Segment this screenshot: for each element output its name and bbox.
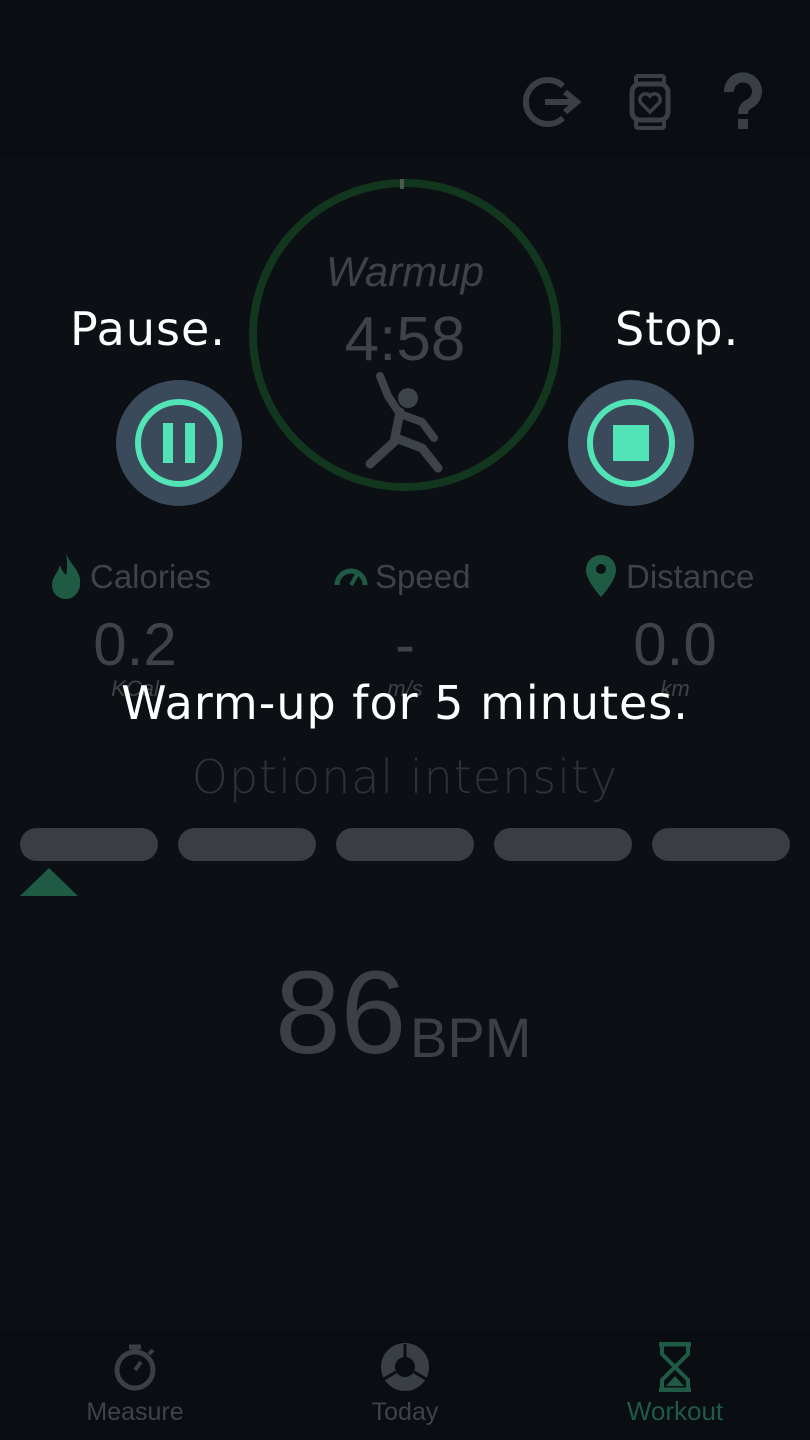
nav-item-workout[interactable]: Workout [540,1340,810,1430]
nav-item-today[interactable]: Today [270,1340,540,1430]
pause-icon [163,423,195,463]
intensity-segment-5[interactable] [652,828,790,861]
heart-rate-value: 86 [275,947,407,1079]
warmup-figure-icon [365,372,443,473]
intensity-indicator-icon [20,868,78,896]
watch-heart-icon[interactable] [620,72,680,132]
location-pin-icon [586,555,616,597]
top-bar [0,0,810,158]
intensity-segment-3[interactable] [336,828,474,861]
nav-label-today: Today [371,1398,439,1426]
exit-icon[interactable] [523,72,583,132]
distance-label: Distance [626,558,755,595]
pause-caption: Pause. [70,302,226,356]
stop-button-ring [587,399,675,487]
nav-label-workout: Workout [626,1396,724,1426]
warmup-hint: Warm-up for 5 minutes. [121,676,689,730]
intensity-segment-2[interactable] [178,828,316,861]
speedometer-icon [334,568,368,587]
stop-button[interactable] [568,380,694,506]
heart-rate-unit: BPM [410,1006,532,1069]
help-icon[interactable] [713,72,773,132]
calories-value: 0.2 [93,611,177,678]
phase-timer: 4:58 [344,305,466,374]
flame-icon [52,553,81,599]
pause-button[interactable] [116,380,242,506]
stop-icon [613,425,649,461]
speed-label: Speed [375,558,471,595]
stop-caption: Stop. [615,302,740,356]
intensity-segment-1[interactable] [20,828,158,861]
pause-button-ring [135,399,223,487]
calories-label: Calories [90,558,212,595]
donut-chart-icon [381,1343,429,1391]
distance-value: 0.0 [633,611,717,678]
nav-label-measure: Measure [86,1398,184,1426]
nav-item-measure[interactable]: Measure [0,1340,270,1430]
phase-label: Warmup [326,248,484,295]
stopwatch-icon [114,1344,156,1391]
intensity-segment-4[interactable] [494,828,632,861]
speed-value: - [395,611,415,678]
hourglass-icon [659,1342,691,1392]
intensity-label: Optional intensity [191,750,619,804]
